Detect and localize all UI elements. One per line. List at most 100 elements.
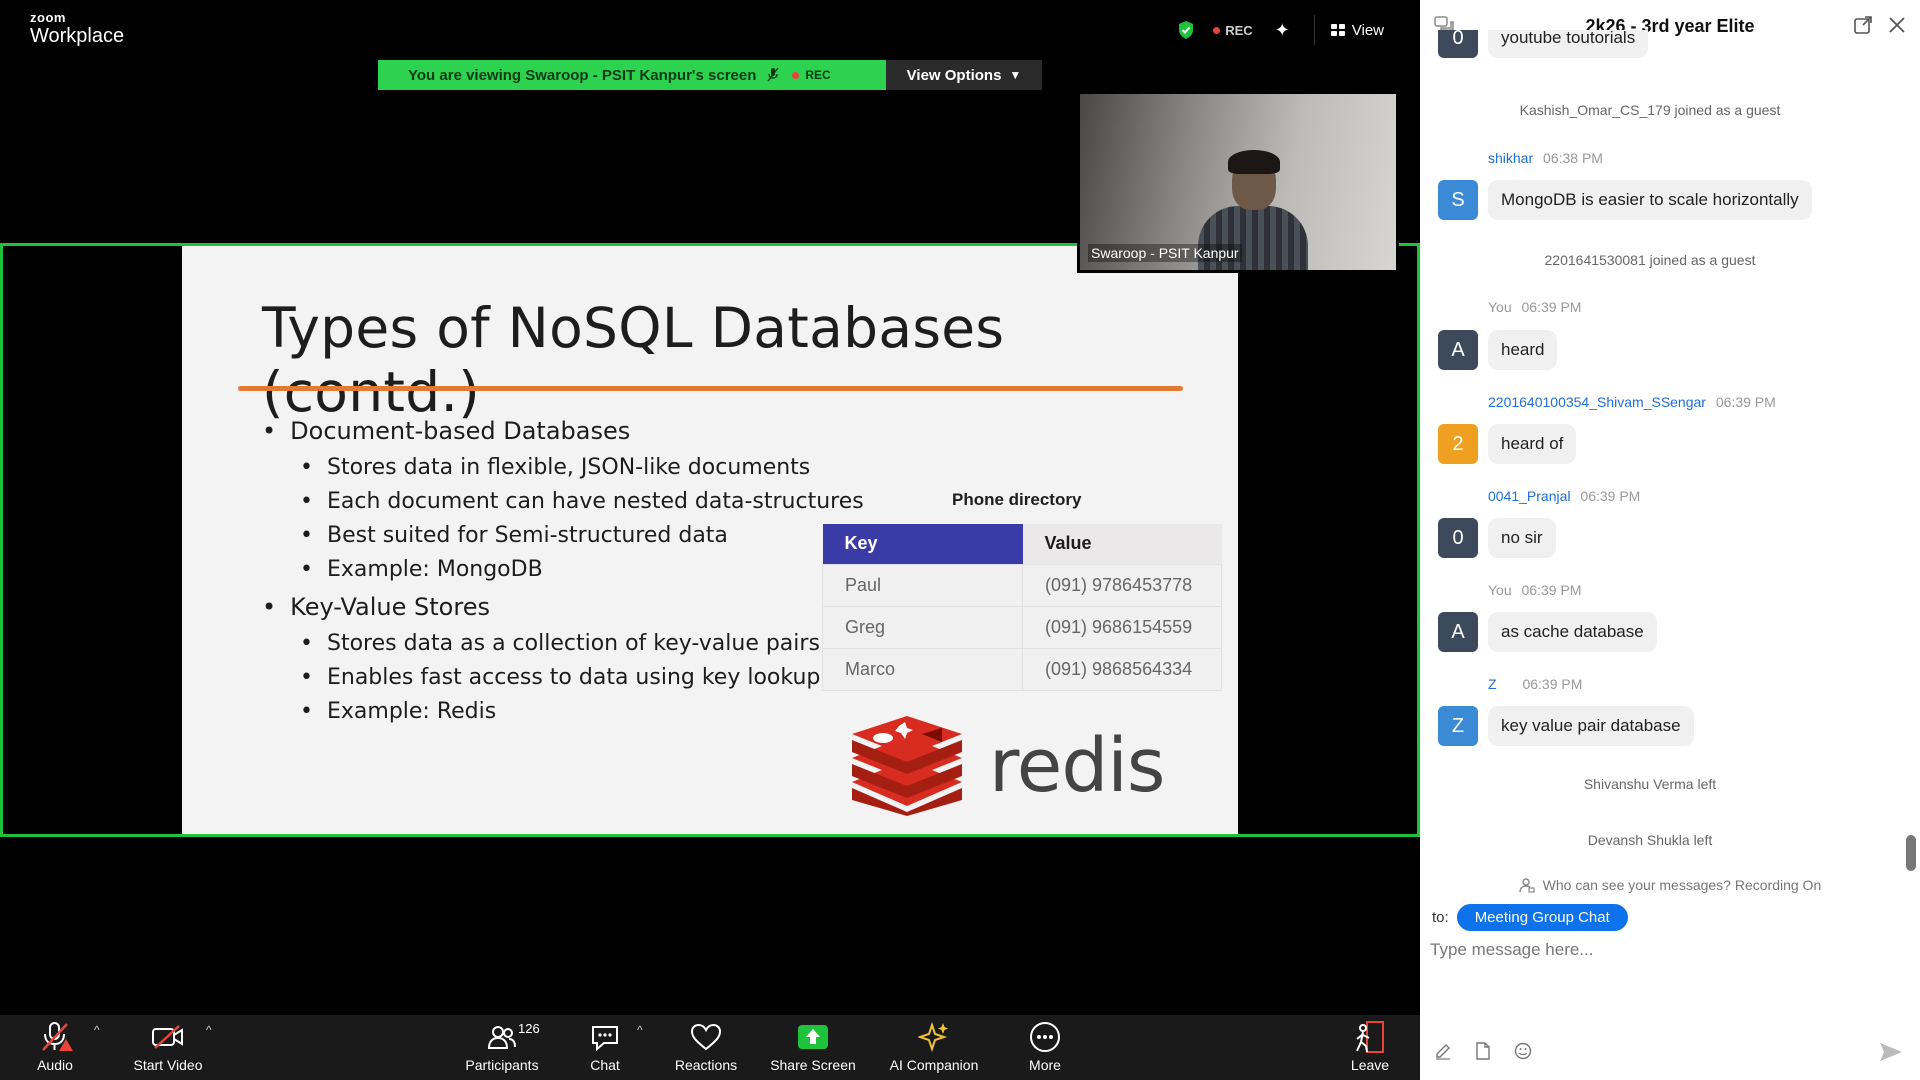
avatar: Z	[1438, 706, 1478, 746]
recipient-row: to: Meeting Group Chat	[1432, 904, 1628, 931]
message-meta: You 06:39 PM	[1488, 299, 1581, 315]
slide-bullets: Document-based Databases Stores data in …	[262, 411, 864, 729]
video-off-icon	[151, 1020, 185, 1054]
message-meta: 0041_Pranjal 06:39 PM	[1488, 488, 1640, 504]
message-time: 06:39 PM	[1580, 488, 1641, 504]
heart-icon	[690, 1020, 722, 1054]
sender-name: You	[1488, 582, 1512, 598]
sub-bullet-item: Each document can have nested data-struc…	[262, 485, 864, 519]
chat-messages[interactable]: 0 youtube toutorials Kashish_Omar_CS_179…	[1420, 30, 1920, 870]
start-video-button[interactable]: Start Video	[130, 1015, 206, 1080]
message-time: 06:39 PM	[1715, 394, 1776, 410]
table-cell: (091) 9686154559	[1022, 605, 1222, 649]
message-input[interactable]	[1430, 930, 1900, 970]
system-message: Shivanshu Verma left	[1583, 776, 1717, 792]
top-bar: zoom Workplace REC ✦ View	[0, 0, 1420, 60]
chat-message: youtube toutorials	[1488, 30, 1649, 58]
phone-directory-table: Key Value Paul (091) 9786453778 Greg (09…	[822, 524, 1222, 691]
message-meta: Z 06:39 PM	[1488, 676, 1582, 692]
table-cell: Paul	[822, 563, 1023, 607]
bullet-item: Key-Value Stores	[262, 587, 864, 627]
system-message: Kashish_Omar_CS_179 joined as a guest	[1519, 102, 1781, 118]
sub-bullet-item: Enables fast access to data using key lo…	[262, 661, 864, 695]
participants-icon	[488, 1020, 516, 1054]
ai-companion-button[interactable]: AI Companion	[884, 1015, 984, 1080]
system-message: Devansh Shukla left	[1587, 832, 1713, 848]
chat-scrollbar[interactable]	[1906, 835, 1916, 871]
avatar: A	[1438, 330, 1478, 370]
message-time: 06:39 PM	[1522, 676, 1583, 692]
view-options-label: View Options	[906, 66, 1002, 84]
sub-bullet-item: Best suited for Semi-structured data	[262, 519, 864, 553]
chat-message: no sir	[1488, 518, 1556, 558]
banner-rec-label: REC	[805, 68, 831, 82]
sender-name[interactable]: Z	[1488, 676, 1497, 692]
avatar: 0	[1438, 518, 1478, 558]
message-meta: shikhar 06:38 PM	[1488, 150, 1603, 166]
table-cell: Greg	[822, 605, 1023, 649]
chat-message: as cache database	[1488, 612, 1657, 652]
share-screen-icon	[797, 1020, 829, 1054]
video-options-caret-icon[interactable]: ^	[206, 1023, 212, 1037]
chevron-down-icon: ▼	[1009, 68, 1022, 82]
person-hair	[1228, 150, 1280, 174]
sender-name[interactable]: shikhar	[1488, 150, 1533, 166]
table-row: Greg (091) 9686154559	[822, 605, 1222, 649]
view-label: View	[1351, 21, 1384, 39]
system-message: 2201641530081 joined as a guest	[1544, 252, 1756, 268]
visibility-notice[interactable]: Who can see your messages? Recording On	[1420, 877, 1920, 893]
redis-cube-icon	[852, 716, 962, 816]
video-participant-name: Swaroop - PSIT Kanpur	[1088, 244, 1242, 262]
table-cell: (091) 9868564334	[1022, 647, 1222, 691]
file-icon[interactable]	[1474, 1042, 1492, 1060]
sub-bullet-item: Stores data in flexible, JSON-like docum…	[262, 451, 864, 485]
message-meta: You 06:39 PM	[1488, 582, 1581, 598]
chat-button[interactable]: Chat	[585, 1015, 625, 1080]
share-screen-button[interactable]: Share Screen	[768, 1015, 858, 1080]
rec-dot-icon	[1213, 26, 1221, 34]
recipient-selector[interactable]: Meeting Group Chat	[1456, 904, 1628, 931]
viewing-text: You are viewing Swaroop - PSIT Kanpur's …	[408, 66, 757, 84]
leave-button[interactable]: Leave	[1350, 1015, 1390, 1080]
more-icon	[1029, 1020, 1061, 1054]
message-meta: 2201640100354_Shivam_SSengar 06:39 PM	[1488, 394, 1776, 410]
grid-icon	[1330, 24, 1345, 36]
shared-slide: Types of NoSQL Databases (contd.) Docume…	[182, 246, 1238, 834]
chat-message: heard of	[1488, 424, 1577, 464]
send-icon[interactable]	[1878, 1040, 1904, 1064]
format-icon[interactable]	[1434, 1042, 1452, 1060]
title-underline	[238, 386, 1183, 391]
rec-indicator[interactable]: REC	[1225, 23, 1252, 38]
emoji-icon[interactable]	[1514, 1042, 1532, 1060]
table-title: Phone directory	[952, 490, 1082, 509]
chat-options-caret-icon[interactable]: ^	[637, 1023, 643, 1037]
viewing-banner: You are viewing Swaroop - PSIT Kanpur's …	[378, 60, 886, 90]
audio-options-caret-icon[interactable]: ^	[94, 1023, 100, 1037]
logo-small: zoom	[30, 10, 66, 25]
chat-message: MongoDB is easier to scale horizontally	[1488, 180, 1812, 220]
leave-icon	[1353, 1020, 1387, 1054]
sender-name[interactable]: 0041_Pranjal	[1488, 488, 1571, 504]
sub-bullet-item: Example: MongoDB	[262, 553, 864, 587]
meeting-toolbar: Audio ^ Start Video ^ Participants 126 C…	[0, 1015, 1420, 1080]
ai-companion-label: AI Companion	[889, 1057, 979, 1073]
visibility-notice-text: Who can see your messages? Recording On	[1542, 877, 1822, 893]
redis-logo: redis	[847, 716, 1165, 816]
avatar: 2	[1438, 424, 1478, 464]
table-row: Marco (091) 9868564334	[822, 647, 1222, 691]
person-body	[1198, 206, 1308, 270]
more-button[interactable]: More	[1025, 1015, 1065, 1080]
reactions-button[interactable]: Reactions	[672, 1015, 740, 1080]
sender-name[interactable]: 2201640100354_Shivam_SSengar	[1488, 394, 1706, 410]
sub-bullet-item: Example: Redis	[262, 695, 864, 729]
participant-video-tile[interactable]: Swaroop - PSIT Kanpur	[1077, 91, 1399, 273]
person-lock-icon	[1519, 878, 1535, 893]
ai-sparkle-icon[interactable]: ✦	[1275, 20, 1290, 41]
chat-icon	[590, 1020, 620, 1054]
audio-button[interactable]: Audio	[30, 1015, 80, 1080]
security-shield-icon[interactable]	[1177, 20, 1195, 40]
zoom-logo: zoom Workplace	[30, 10, 124, 48]
view-options-button[interactable]: View Options ▼	[886, 60, 1042, 90]
table-row: Paul (091) 9786453778	[822, 563, 1222, 607]
view-button[interactable]: View	[1330, 21, 1384, 39]
